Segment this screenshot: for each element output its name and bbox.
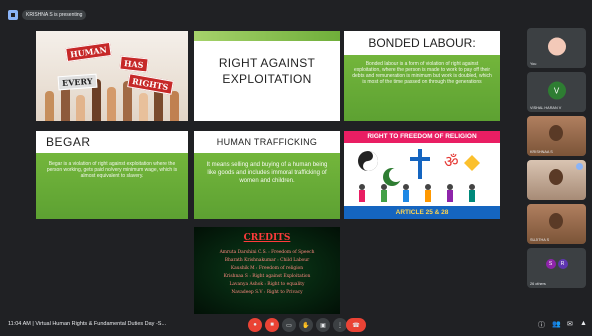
avatar: V — [547, 81, 566, 100]
slide-body: Begar is a violation of right against ex… — [46, 161, 178, 179]
religion-symbols-image: ॐ — [358, 149, 480, 202]
slide-freedom-of-religion: RIGHT TO FREEDOM OF RELIGION ॐ ARTICLE 2… — [344, 131, 500, 219]
sign-every: EVERY — [57, 73, 97, 91]
slide-accent-bar — [194, 31, 340, 41]
mic-off-button[interactable]: ● — [248, 318, 262, 332]
participant-tile-others[interactable]: S R 26 others — [527, 248, 586, 288]
present-button[interactable]: ▣ — [316, 318, 330, 332]
participant-tile-krishnaa[interactable]: KRISHNAA S — [527, 116, 586, 156]
credit-line: Lavanya Ashok : Right to equality — [229, 282, 305, 287]
meet-window: KRISHNA S is presenting HUMAN HAS EVERY … — [0, 0, 592, 336]
participant-tiles: You V VISHAL HARAN V KRISHNAA S SUJITHA … — [527, 28, 586, 292]
activities-icon[interactable]: ▲ — [580, 320, 587, 327]
leave-call-button[interactable]: ☎ — [346, 318, 366, 332]
cross-icon — [418, 149, 422, 179]
camera-off-button[interactable]: ■ — [265, 318, 279, 332]
participant-name: SUJITHA S — [530, 238, 550, 242]
participant-tile-vishal[interactable]: V VISHAL HARAN V — [527, 72, 586, 112]
captions-button[interactable]: ▭ — [282, 318, 296, 332]
info-icon[interactable]: ⓘ — [538, 320, 545, 330]
slide-title-line-2: EXPLOITATION — [222, 72, 312, 86]
bottom-bar: 11:04 AM | Virtual Human Rights & Fundam… — [0, 314, 592, 336]
credit-line: Kaushik M : Freedom of religion — [230, 266, 304, 271]
participant-name: 26 others — [530, 282, 546, 286]
shared-screen: HUMAN HAS EVERY RIGHTS RIGHT AGAINST EXP… — [30, 27, 506, 314]
participant-name: VISHAL HARAN V — [530, 106, 562, 110]
slide-title: RIGHT AGAINST EXPLOITATION — [200, 55, 334, 87]
article-banner: ARTICLE 25 & 28 — [344, 206, 500, 219]
slide-header: BEGAR — [36, 131, 188, 153]
slide-title: BEGAR — [46, 135, 91, 149]
slide-title: RIGHT TO FREEDOM OF RELIGION — [367, 133, 477, 140]
slide-human-trafficking: HUMAN TRAFFICKING It means selling and b… — [194, 131, 340, 219]
raise-hand-button[interactable]: ✋ — [299, 318, 313, 332]
article-text: ARTICLE 25 & 28 — [395, 209, 449, 216]
credits-list: Amruta Darshini C.S. : Freedom of Speech… — [200, 249, 334, 297]
more-options-button[interactable]: ⋮ — [333, 318, 347, 332]
avatar: S — [545, 259, 556, 269]
sign-has: HAS — [119, 55, 149, 73]
meeting-time-title: 11:04 AM | Virtual Human Rights & Fundam… — [8, 321, 167, 327]
participant-tile-you[interactable]: You — [527, 28, 586, 68]
participant-tile-video[interactable] — [527, 160, 586, 200]
credit-line: Krishnaa S : Right against Exploitation — [223, 274, 311, 279]
slide-title-line-1: RIGHT AGAINST — [218, 56, 316, 70]
slide-human-rights: HUMAN HAS EVERY RIGHTS — [36, 31, 188, 121]
slide-header: BONDED LABOUR: — [344, 31, 500, 55]
others-avatars: S R — [545, 259, 568, 269]
slide-begar: BEGAR Begar is a violation of right agai… — [36, 131, 188, 219]
presenting-banner: KRISHNA S is presenting — [8, 9, 87, 21]
slide-title: HUMAN TRAFFICKING — [216, 137, 318, 147]
people-icon[interactable]: 👥 — [552, 320, 561, 328]
participant-name: You — [530, 62, 537, 66]
credit-line: Bharath Krishnakumar : Child Labour — [224, 258, 310, 263]
slide-body: Bonded labour is a form of violation of … — [352, 61, 492, 85]
credit-line: Amruta Darshini C.S. : Freedom of Speech — [219, 250, 315, 255]
participant-tile-sujitha[interactable]: SUJITHA S — [527, 204, 586, 244]
slide-header: RIGHT TO FREEDOM OF RELIGION — [344, 131, 500, 143]
star-icon — [464, 155, 480, 171]
avatar — [547, 37, 566, 56]
om-icon: ॐ — [444, 152, 459, 171]
participant-name: KRISHNAA S — [530, 150, 553, 154]
slide-body: It means selling and buying of a human b… — [206, 162, 328, 184]
avatar: R — [557, 259, 568, 269]
slide-title: CREDITS — [243, 233, 291, 243]
slide-title: BONDED LABOUR: — [368, 36, 476, 50]
slide-right-against-exploitation: RIGHT AGAINST EXPLOITATION — [194, 31, 340, 121]
presenting-text: KRISHNA S is presenting — [22, 10, 87, 20]
present-icon — [8, 10, 18, 20]
slide-bonded-labour: BONDED LABOUR: Bonded labour is a form o… — [344, 31, 500, 121]
slide-credits: CREDITS Amruta Darshini C.S. : Freedom o… — [194, 227, 340, 314]
slide-header: HUMAN TRAFFICKING — [194, 131, 340, 153]
sign-human: HUMAN — [65, 41, 112, 63]
credit-line: Navadeep S.V : Right to Privacy — [231, 290, 303, 295]
pin-icon[interactable] — [576, 163, 583, 170]
chat-icon[interactable]: ✉ — [567, 320, 573, 328]
